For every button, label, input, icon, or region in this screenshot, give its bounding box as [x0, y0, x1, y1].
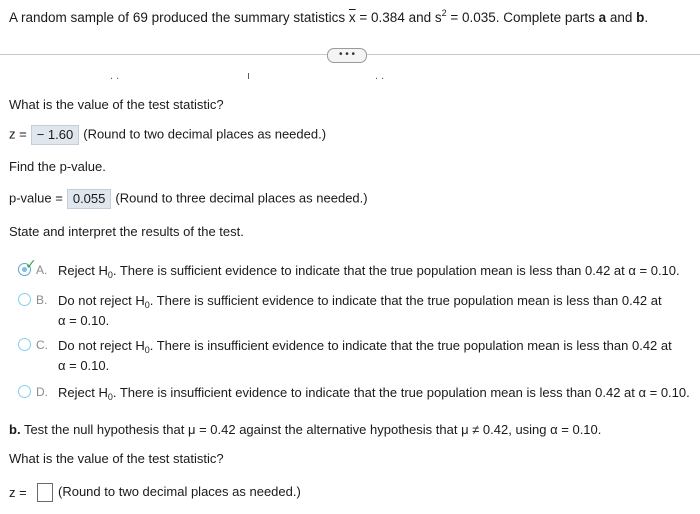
- option-text-part: . There is insufficient evidence to indi…: [149, 338, 672, 353]
- find-p-value-text: Find the p-value.: [9, 159, 106, 174]
- option-text-part: Do not reject H: [58, 338, 145, 353]
- part-b-text: Test the null hypothesis that μ = 0.42 a…: [20, 422, 602, 437]
- option-d-text[interactable]: Reject H0. There is insufficient evidenc…: [58, 385, 690, 402]
- z-label: z =: [9, 126, 27, 142]
- part-b-statement: b. Test the null hypothesis that μ = 0.4…: [9, 422, 601, 437]
- option-c-text-line2: α = 0.10.: [58, 358, 110, 373]
- p-value-label: p-value =: [9, 190, 63, 206]
- option-b-letter: B.: [36, 293, 48, 307]
- part-b-label: b.: [9, 422, 21, 437]
- option-a-letter: A.: [36, 263, 48, 277]
- ellipsis-mark: ı: [247, 70, 251, 82]
- p-value-row: p-value = 0.055 (Round to three decimal pl…: [9, 189, 368, 209]
- header-variance-text: = 0.035. Complete parts: [446, 10, 599, 25]
- option-d-radio[interactable]: [18, 385, 31, 398]
- checkmark-icon: ✓: [25, 256, 37, 272]
- z-answer-row: z = − 1.60 (Round to two decimal places as…: [9, 125, 326, 145]
- option-c-text[interactable]: Do not reject H0. There is insufficient …: [58, 338, 672, 355]
- question-test-statistic: What is the value of the test statistic?: [9, 97, 224, 112]
- option-text-part: Reject H: [58, 263, 108, 278]
- header-end: .: [644, 10, 649, 25]
- expand-more-button[interactable]: • • •: [327, 48, 367, 63]
- option-b-radio[interactable]: [18, 293, 31, 306]
- part-b-question: What is the value of the test statistic?: [9, 451, 224, 466]
- option-c-radio[interactable]: [18, 338, 31, 351]
- option-a-text[interactable]: Reject H0. There is sufficient evidence …: [58, 263, 680, 280]
- part-b-z-hint: (Round to two decimal places as needed.): [58, 484, 301, 499]
- xbar-symbol: x: [348, 10, 356, 25]
- problem-header: A random sample of 69 produced the summa…: [9, 9, 649, 26]
- z-answer-field[interactable]: − 1.60: [30, 125, 80, 145]
- ellipsis-mark: . .: [375, 70, 385, 82]
- header-text: A random sample of 69 produced the summa…: [9, 10, 349, 25]
- ellipsis-mark: . .: [110, 70, 120, 82]
- part-a-ref: a: [598, 10, 607, 25]
- option-text-part: Do not reject H: [58, 293, 145, 308]
- p-value-answer-field[interactable]: 0.055: [66, 189, 112, 209]
- option-text-part: . There is sufficient evidence to indica…: [112, 263, 680, 278]
- header-mean-text: = 0.384 and s: [355, 10, 442, 25]
- part-b-z-input[interactable]: [37, 483, 53, 502]
- option-c-letter: C.: [36, 338, 48, 352]
- header-and: and: [606, 10, 637, 25]
- p-value-hint: (Round to three decimal places as needed…: [115, 190, 368, 206]
- z-hint: (Round to two decimal places as needed.): [83, 126, 327, 142]
- option-text-part: . There is sufficient evidence to indica…: [149, 293, 662, 308]
- state-interpret-text: State and interpret the results of the t…: [9, 224, 244, 239]
- part-b-z-label: z =: [9, 485, 27, 500]
- option-b-text[interactable]: Do not reject H0. There is sufficient ev…: [58, 293, 662, 310]
- option-b-text-line2: α = 0.10.: [58, 313, 110, 328]
- option-text-part: Reject H: [58, 385, 108, 400]
- option-d-letter: D.: [36, 385, 48, 399]
- option-text-part: . There is insufficient evidence to indi…: [112, 385, 690, 400]
